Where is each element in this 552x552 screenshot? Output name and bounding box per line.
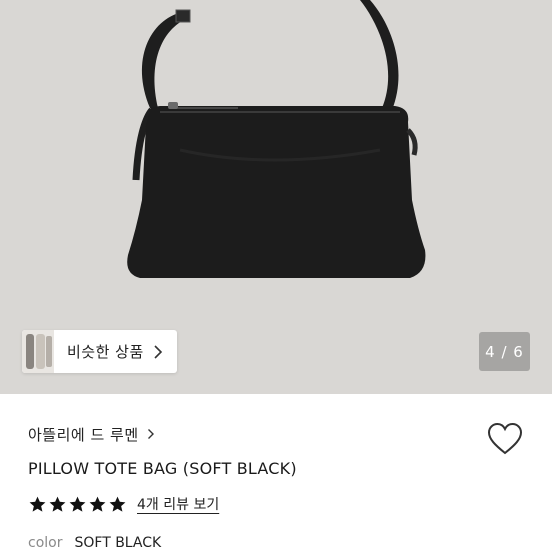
wishlist-button[interactable] — [487, 422, 523, 460]
star-icon — [89, 496, 106, 512]
star-icon — [29, 496, 46, 512]
brand-link[interactable]: 아뜰리에 드 루멘 — [28, 424, 155, 445]
reviews-link[interactable]: 4개 리뷰 보기 — [137, 494, 219, 514]
chevron-right-icon — [153, 344, 163, 364]
image-counter: 4 / 6 — [479, 332, 530, 371]
similar-product-thumbnail — [22, 330, 54, 373]
product-image-carousel[interactable]: 비슷한 상품 4 / 6 — [0, 0, 552, 394]
similar-products-button[interactable]: 비슷한 상품 — [22, 330, 177, 373]
chevron-right-icon — [147, 426, 155, 444]
color-label: color — [28, 535, 63, 551]
similar-products-label: 비슷한 상품 — [67, 343, 144, 361]
color-value: SOFT BLACK — [74, 535, 162, 551]
star-icon — [69, 496, 86, 512]
product-rating: 4개 리뷰 보기 — [28, 494, 219, 514]
star-icon — [109, 496, 126, 512]
rating-stars — [28, 495, 128, 514]
brand-name: 아뜰리에 드 루멘 — [28, 426, 139, 444]
product-title: PILLOW TOTE BAG (SOFT BLACK) — [28, 459, 297, 478]
color-option: color SOFT BLACK — [28, 535, 161, 551]
star-icon — [49, 496, 66, 512]
heart-icon — [487, 422, 523, 455]
